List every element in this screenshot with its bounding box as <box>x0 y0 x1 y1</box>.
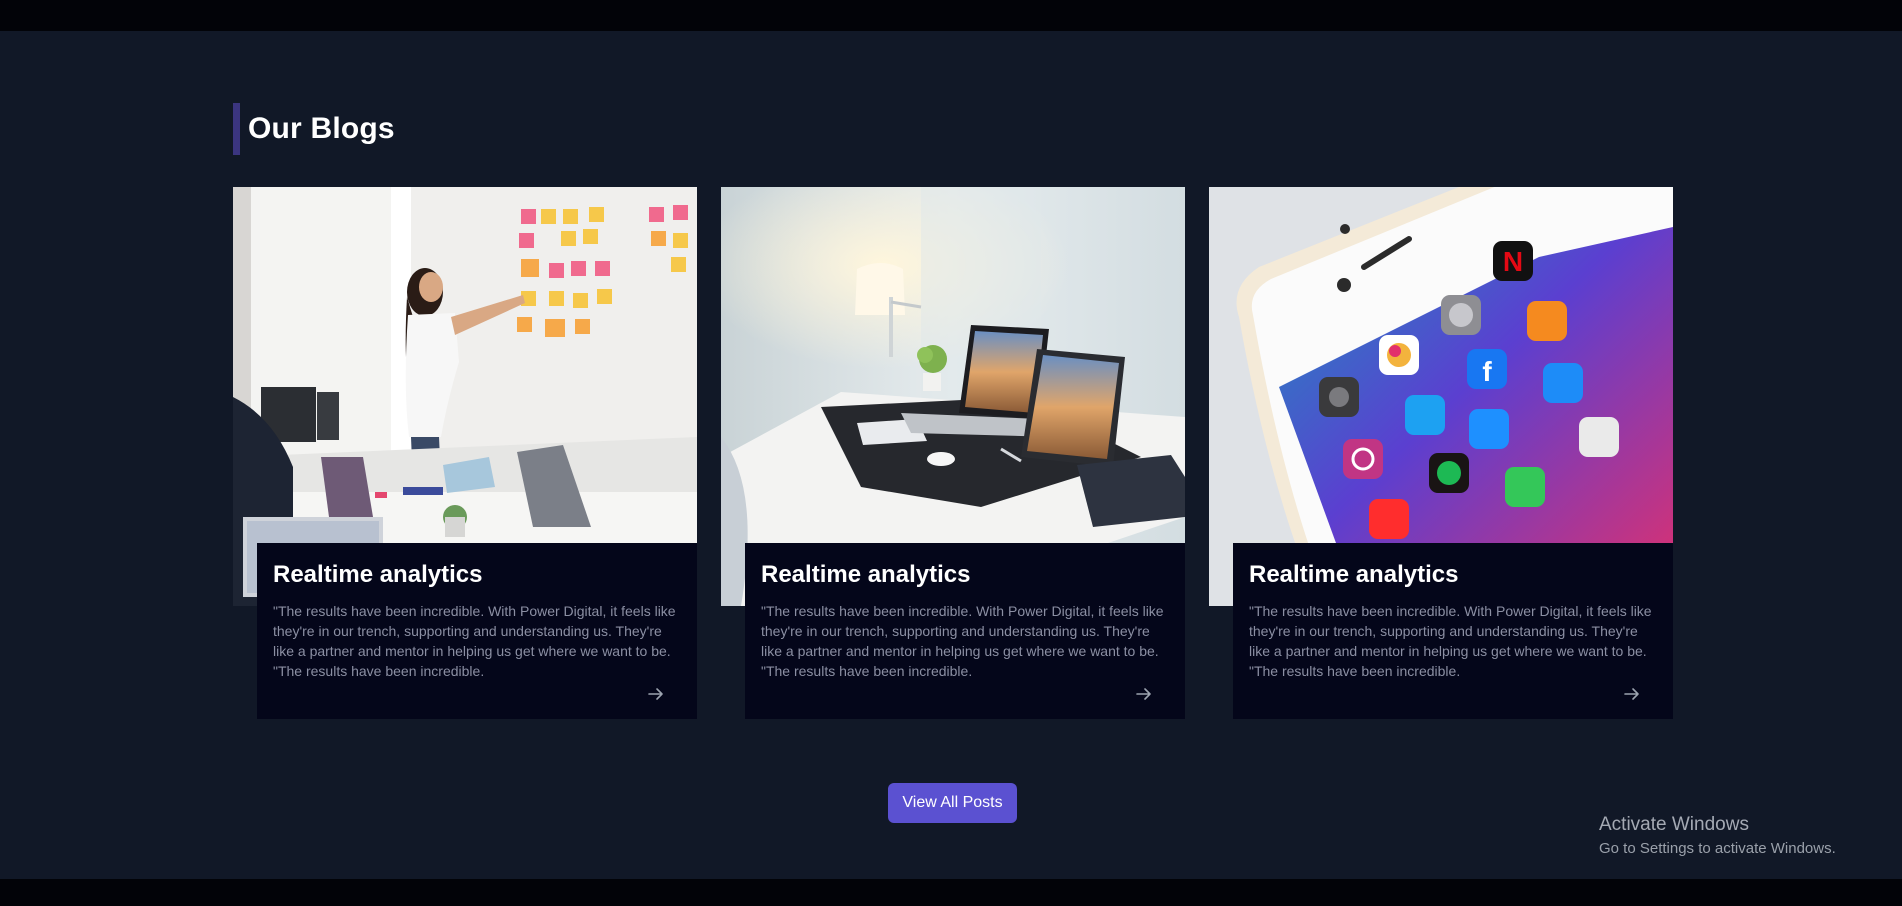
blog-card-title[interactable]: Realtime analytics <box>761 560 1169 590</box>
bottom-bar <box>0 879 1902 906</box>
blog-card-text: "The results have been incredible. With … <box>273 603 676 679</box>
top-bar <box>0 0 1902 31</box>
arrow-right-icon <box>1136 688 1151 700</box>
title-accent-bar <box>233 103 240 155</box>
blog-card-body: Realtime analytics "The results have bee… <box>257 543 697 719</box>
blog-card-title[interactable]: Realtime analytics <box>1249 560 1657 590</box>
blog-card[interactable]: Realtime analytics "The results have bee… <box>721 187 1209 719</box>
blog-card-body: Realtime analytics "The results have bee… <box>1233 543 1673 719</box>
blog-card-text: "The results have been incredible. With … <box>761 603 1164 679</box>
view-all-posts-button[interactable]: View All Posts <box>888 783 1017 823</box>
blog-card[interactable]: N f Realtime analytics "The results have… <box>1209 187 1697 719</box>
svg-text:N: N <box>1503 246 1523 277</box>
activation-subtitle: Go to Settings to activate Windows. <box>1599 840 1836 857</box>
windows-activation-watermark: Activate Windows Go to Settings to activ… <box>1599 813 1836 859</box>
read-more-button[interactable] <box>645 683 667 705</box>
activation-title: Activate Windows <box>1599 814 1749 835</box>
arrow-right-icon <box>648 688 663 700</box>
read-more-button[interactable] <box>1621 683 1643 705</box>
page-title: Our Blogs <box>248 112 395 145</box>
blog-card-title[interactable]: Realtime analytics <box>273 560 681 590</box>
blog-card[interactable]: Realtime analytics "The results have bee… <box>233 187 721 719</box>
blog-card-text: "The results have been incredible. With … <box>1249 603 1652 679</box>
section-header: Our Blogs <box>233 103 395 155</box>
svg-text:f: f <box>1482 356 1492 387</box>
blog-card-body: Realtime analytics "The results have bee… <box>745 543 1185 719</box>
arrow-right-icon <box>1624 688 1639 700</box>
read-more-button[interactable] <box>1133 683 1155 705</box>
